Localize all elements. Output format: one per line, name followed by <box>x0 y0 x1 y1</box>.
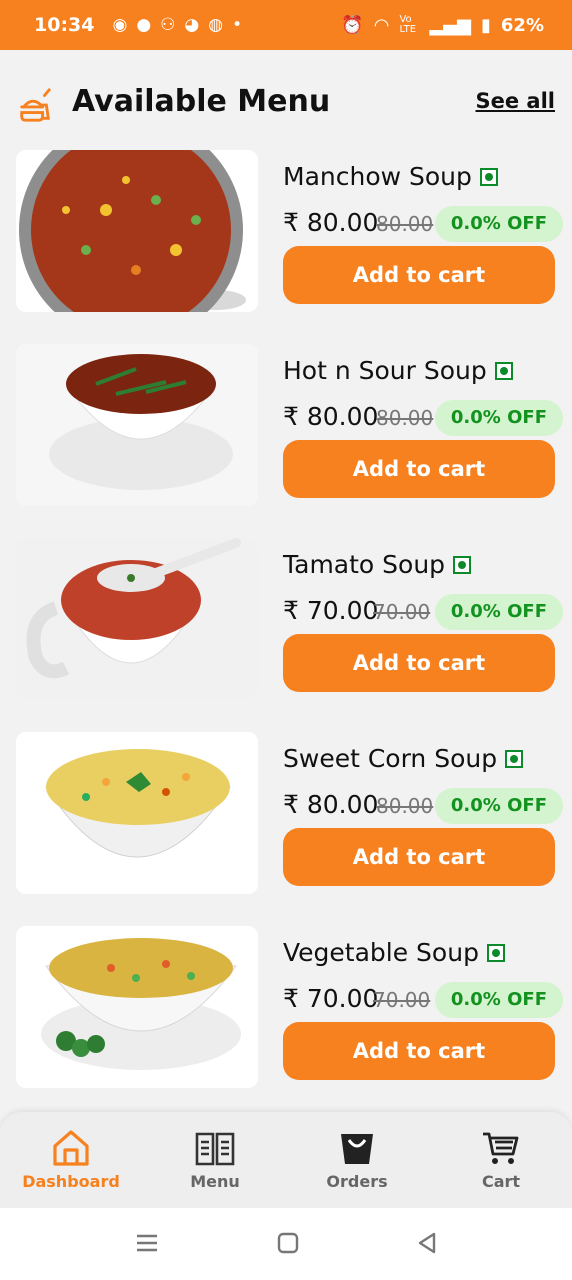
item-name: Sweet Corn Soup <box>283 744 524 773</box>
item-name-text: Manchow Soup <box>283 162 472 191</box>
item-price: ₹ 80.00 <box>283 208 379 237</box>
vegetable-soup-image <box>16 926 258 1088</box>
item-mrp: 70.00 <box>373 600 431 624</box>
item-price: ₹ 80.00 <box>283 790 379 819</box>
status-time: 10:34 <box>34 14 95 36</box>
call-icon: ◕ <box>184 15 200 35</box>
cart-icon <box>483 1132 519 1164</box>
item-name: Tamato Soup <box>283 550 472 579</box>
veg-icon <box>486 943 505 962</box>
bottom-navigation: Dashboard Menu Orders Cart <box>0 1112 572 1208</box>
sweet-corn-soup-image <box>16 732 258 894</box>
item-mrp: 70.00 <box>373 988 431 1012</box>
menu-book-icon <box>195 1132 235 1166</box>
nav-cart-label: Cart <box>481 1172 521 1191</box>
menu-item-card[interactable]: Vegetable Soup ₹ 70.00 70.00 0.0% OFF Ad… <box>16 926 563 1088</box>
recent-apps-icon[interactable] <box>136 1232 158 1254</box>
tamato-soup-image <box>16 538 258 700</box>
food-icon <box>20 88 51 122</box>
back-icon[interactable] <box>416 1232 438 1254</box>
nav-dashboard-label: Dashboard <box>22 1172 120 1191</box>
see-all-link[interactable]: See all <box>476 89 556 113</box>
page-title: Available Menu <box>72 84 331 119</box>
add-to-cart-button[interactable]: Add to cart <box>283 246 555 304</box>
veg-icon <box>494 361 513 380</box>
add-to-cart-button[interactable]: Add to cart <box>283 440 555 498</box>
price-row: ₹ 80.00 80.00 0.0% OFF <box>283 206 563 242</box>
price-row: ₹ 70.00 70.00 0.0% OFF <box>283 982 563 1018</box>
discount-badge: 0.0% OFF <box>434 206 563 242</box>
status-bar: 10:34 ◉ ● ⚇ ◕ ◍ • ⏰ ◠ Vo LTE ▂▄▆ ▮ 62% <box>0 0 572 50</box>
battery-icon: ▮ <box>481 14 491 36</box>
home-icon <box>53 1130 89 1166</box>
nav-orders-label: Orders <box>326 1172 388 1191</box>
menu-item-card[interactable]: Hot n Sour Soup ₹ 80.00 80.00 0.0% OFF A… <box>16 344 563 506</box>
menu-item-card[interactable]: Tamato Soup ₹ 70.00 70.00 0.0% OFF Add t… <box>16 538 563 700</box>
chat-icon: ● <box>136 15 152 35</box>
alarm-icon: ⏰ <box>341 14 364 36</box>
item-mrp: 80.00 <box>376 406 434 430</box>
veg-icon <box>453 555 472 574</box>
share-icon: ⚇ <box>160 15 176 35</box>
hot-n-sour-soup-image <box>16 344 258 506</box>
app-icon: ◍ <box>208 15 224 35</box>
menu-item-card[interactable]: Sweet Corn Soup ₹ 80.00 80.00 0.0% OFF A… <box>16 732 563 894</box>
item-price: ₹ 70.00 <box>283 984 379 1013</box>
signal-icon: ▂▄▆ <box>429 14 471 36</box>
item-price: ₹ 70.00 <box>283 596 379 625</box>
nav-menu-label: Menu <box>190 1172 240 1191</box>
nav-cart[interactable]: Cart <box>446 1128 556 1191</box>
discount-badge: 0.0% OFF <box>434 982 563 1018</box>
discount-badge: 0.0% OFF <box>434 400 563 436</box>
home-button-icon[interactable] <box>277 1232 299 1254</box>
item-name: Manchow Soup <box>283 162 498 191</box>
item-name: Vegetable Soup <box>283 938 505 967</box>
item-name-text: Tamato Soup <box>283 550 446 579</box>
price-row: ₹ 80.00 80.00 0.0% OFF <box>283 400 563 436</box>
price-row: ₹ 70.00 70.00 0.0% OFF <box>283 594 563 630</box>
volte-label: Vo LTE <box>399 14 417 35</box>
nav-dashboard[interactable]: Dashboard <box>16 1128 126 1191</box>
shopping-bag-icon <box>341 1134 373 1164</box>
wifi-icon: ◠ <box>373 14 390 36</box>
battery-level: 62% <box>500 14 544 36</box>
veg-icon <box>479 167 498 186</box>
discount-badge: 0.0% OFF <box>434 594 563 630</box>
menu-header: Available Menu See all <box>0 80 572 130</box>
price-row: ₹ 80.00 80.00 0.0% OFF <box>283 788 563 824</box>
whatsapp-icon: ◉ <box>112 15 128 35</box>
nav-orders[interactable]: Orders <box>302 1128 412 1191</box>
item-name: Hot n Sour Soup <box>283 356 513 385</box>
more-notifications-icon: • <box>232 15 243 35</box>
menu-item-card[interactable]: Manchow Soup ₹ 80.00 80.00 0.0% OFF Add … <box>16 150 563 312</box>
item-name-text: Sweet Corn Soup <box>283 744 498 773</box>
nav-menu[interactable]: Menu <box>160 1128 270 1191</box>
discount-badge: 0.0% OFF <box>434 788 563 824</box>
manchow-soup-image <box>16 150 258 312</box>
add-to-cart-button[interactable]: Add to cart <box>283 1022 555 1080</box>
add-to-cart-button[interactable]: Add to cart <box>283 828 555 886</box>
item-price: ₹ 80.00 <box>283 402 379 431</box>
veg-icon <box>505 749 524 768</box>
item-mrp: 80.00 <box>376 794 434 818</box>
item-name-text: Hot n Sour Soup <box>283 356 487 385</box>
system-navigation-bar <box>0 1208 572 1280</box>
add-to-cart-button[interactable]: Add to cart <box>283 634 555 692</box>
item-mrp: 80.00 <box>376 212 434 236</box>
item-name-text: Vegetable Soup <box>283 938 479 967</box>
notification-icons: ◉ ● ⚇ ◕ ◍ • <box>112 15 242 35</box>
